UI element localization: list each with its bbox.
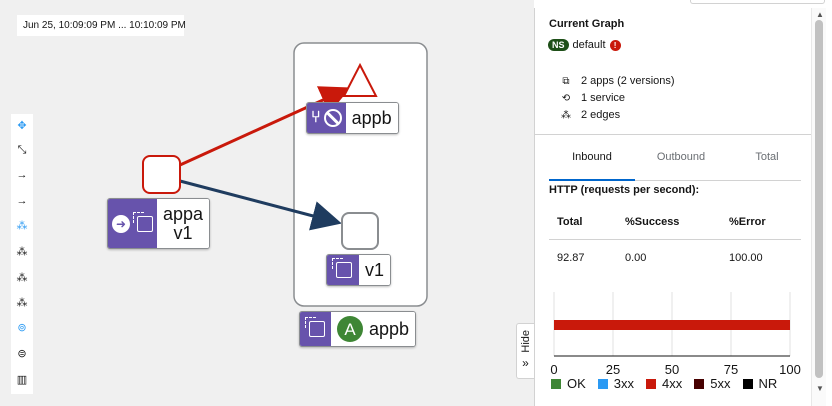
value-success: 0.00 xyxy=(625,252,647,264)
legend-label: OK xyxy=(567,376,586,391)
top-strip xyxy=(690,0,825,4)
panel-title: Current Graph xyxy=(549,18,625,30)
summary-text: 2 apps (2 versions) xyxy=(581,75,675,87)
workload-icon xyxy=(305,317,325,337)
workload-icon xyxy=(133,211,153,232)
map-button[interactable]: ▥ xyxy=(11,368,33,390)
node-badge: ➜ xyxy=(108,199,157,248)
layout-concentric-button[interactable]: ⁂ xyxy=(11,291,33,313)
bar-4xx[interactable] xyxy=(554,320,790,330)
x-tick-label: 50 xyxy=(665,362,679,376)
header-error: %Error xyxy=(729,216,766,228)
hide-panel-button[interactable]: Hide » xyxy=(516,323,534,379)
x-tick-label: 25 xyxy=(606,362,620,376)
apps-icon: ⧉ xyxy=(562,75,570,87)
value-total: 92.87 xyxy=(557,252,585,264)
layout-grid-button[interactable]: ⁂ xyxy=(11,266,33,288)
panel-scrollbar[interactable]: ▲ ▼ xyxy=(811,8,826,406)
scroll-down-arrow-icon[interactable]: ▼ xyxy=(816,384,824,393)
circuit-breaker-icon xyxy=(323,109,342,127)
node-badge xyxy=(300,312,331,346)
summary-panel: Current Graph NS default ! ⧉ 2 apps (2 v… xyxy=(534,8,811,406)
node-name: appb xyxy=(369,318,410,339)
hide-label: Hide xyxy=(519,330,532,353)
legend-swatch xyxy=(694,378,705,389)
legend-swatch xyxy=(742,378,753,389)
edges-icon: ⁂ xyxy=(561,109,571,121)
node-version: v1 xyxy=(173,222,193,243)
http-heading: HTTP (requests per second): xyxy=(549,184,700,196)
node-badge: ⑂ xyxy=(307,103,346,133)
summary-text: 1 service xyxy=(581,92,626,104)
tab-inbound[interactable]: Inbound xyxy=(549,141,635,181)
namespace-row: NS default ! xyxy=(548,39,621,51)
node-label-appa[interactable]: ➜ appa v1 xyxy=(107,198,211,249)
time-range-label: Jun 25, 10:09:09 PM ... 10:10:09 PM xyxy=(17,15,186,36)
summary-apps: ⧉ 2 apps (2 versions) xyxy=(559,75,675,87)
inbound-arrow-icon: ➜ xyxy=(112,214,130,233)
app-root: Jun 25, 10:09:09 PM ... 10:10:09 PM ✥ ⤡ → →… xyxy=(0,0,832,406)
node-label-appb-app[interactable]: A appb xyxy=(299,311,417,347)
legend-label: NR xyxy=(758,376,778,391)
layout-2-button[interactable]: → xyxy=(11,190,33,212)
node-appa[interactable] xyxy=(142,155,181,194)
error-icon: ! xyxy=(609,39,621,51)
scroll-up-arrow-icon[interactable]: ▲ xyxy=(816,10,824,19)
summary-text: 2 edges xyxy=(581,109,621,121)
namespace-badge: NS xyxy=(548,39,569,51)
node-label-appb-service[interactable]: ⑂ appb xyxy=(306,102,399,134)
legend-item-3xx: 3xx xyxy=(597,376,635,391)
traffic-tabs: Inbound Outbound Total xyxy=(549,141,801,181)
double-chevron-icon: » xyxy=(522,355,529,370)
namespace-box-button[interactable]: ⊚ xyxy=(11,316,33,338)
summary-services: ⟲ 1 service xyxy=(559,92,625,104)
app-badge-icon: A xyxy=(337,316,363,342)
legend-item-nr: NR xyxy=(742,376,778,391)
node-name: appb xyxy=(351,107,392,128)
chart-legend: OK 3xx 4xx 5xx NR xyxy=(551,376,777,391)
node-name: v1 xyxy=(365,259,385,280)
graph-toolbar: ✥ ⤡ → → ⁂ ⁂ ⁂ ⁂ ⊚ ⊜ ▥ xyxy=(11,114,33,394)
zoom-to-fit-button[interactable]: ✥ xyxy=(11,114,33,136)
legend-item-4xx: 4xx xyxy=(646,376,682,391)
expand-button[interactable]: ⤡ xyxy=(11,139,33,161)
tab-outbound[interactable]: Outbound xyxy=(641,141,721,181)
legend-swatch xyxy=(551,378,561,389)
workload-icon xyxy=(332,258,352,278)
layout-dagre-button[interactable]: ⁂ xyxy=(11,240,33,262)
tab-total[interactable]: Total xyxy=(733,141,801,181)
scroll-thumb[interactable] xyxy=(815,20,823,378)
legend-label: 3xx xyxy=(613,376,635,391)
namespace-name: default xyxy=(572,39,606,51)
header-success: %Success xyxy=(625,216,680,228)
virtual-service-icon: ⑂ xyxy=(311,109,321,126)
legend-toggle-button[interactable]: ⊜ xyxy=(11,342,33,364)
legend-item-5xx: 5xx xyxy=(694,376,731,391)
legend-swatch xyxy=(597,378,608,389)
graph-svg xyxy=(142,42,428,307)
legend-swatch xyxy=(646,378,657,389)
layout-cose-button[interactable]: ⁂ xyxy=(11,214,33,236)
service-icon: ⟲ xyxy=(561,92,571,104)
value-error: 100.00 xyxy=(729,252,763,264)
layout-1-button[interactable]: → xyxy=(11,164,33,186)
rates-table-header: Total %Success %Error xyxy=(549,204,801,240)
table-row: 92.87 0.00 100.00 xyxy=(549,240,801,276)
node-v1[interactable] xyxy=(341,212,379,250)
graph-canvas[interactable]: Jun 25, 10:09:09 PM ... 10:10:09 PM ✥ ⤡ → →… xyxy=(0,0,534,406)
legend-label: 5xx xyxy=(710,376,731,391)
legend-label: 4xx xyxy=(662,376,683,391)
node-label-v1[interactable]: v1 xyxy=(326,254,392,286)
node-badge xyxy=(327,255,359,285)
x-tick-label: 100 xyxy=(779,362,801,376)
traffic-bar-chart: 0 25 50 75 100 xyxy=(550,292,801,376)
summary-edges: ⁂ 2 edges xyxy=(559,109,620,121)
divider xyxy=(535,134,811,135)
legend-item-ok: OK xyxy=(551,376,586,391)
x-tick-label: 0 xyxy=(550,362,557,376)
x-tick-label: 75 xyxy=(724,362,738,376)
node-name: appa xyxy=(163,203,204,224)
header-total: Total xyxy=(557,216,583,228)
